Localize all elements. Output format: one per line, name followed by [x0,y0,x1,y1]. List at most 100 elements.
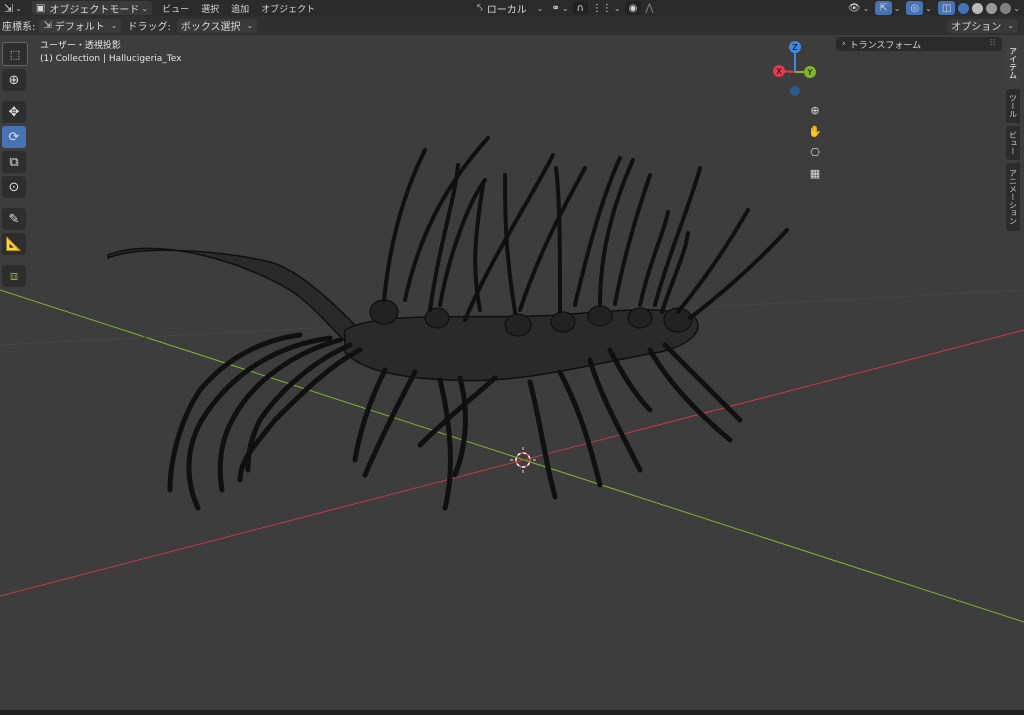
gizmo-toggle[interactable]: ⇱ [875,1,892,15]
visibility-dropdown[interactable]: 👁 ⌄ [844,1,873,15]
rotate-icon: ⟳ [8,129,20,145]
camera-icon: ⎔ [810,145,820,159]
drag-handle-icon[interactable]: ⠿ [989,39,996,49]
scale-icon: ⧉ [9,154,19,170]
falloff-dropdown[interactable]: ⋀ [641,1,657,15]
chevron-down-icon: ⌄ [862,3,870,13]
3d-viewport[interactable]: Z X Y [0,35,1024,710]
chevron-down-icon: ⌄ [110,21,118,30]
drag-dropdown[interactable]: ボックス選択 ⌄ [176,18,258,33]
tab-tool[interactable]: ツール [1006,89,1020,123]
chevron-down-icon: ⌄ [561,3,569,13]
pan-button[interactable]: ✋ [805,122,825,140]
tool-header: 座標系: ⇲ デフォルト ⌄ ドラッグ: ボックス選択 ⌄ オプション ⌄ [0,16,1024,35]
tab-view[interactable]: ビュー [1006,126,1020,160]
status-bar [0,710,1024,715]
drag-value: ボックス選択 [180,22,241,33]
rotate-tool[interactable]: ⟳ [2,126,26,148]
gizmo-neg-z-axis[interactable] [790,86,800,96]
transform-panel-header[interactable]: › トランスフォーム ⠿ [836,37,1002,51]
proportional-edit-toggle[interactable]: ◉ [624,1,642,15]
solid-shading-button[interactable] [972,2,984,14]
cursor-tool[interactable]: ⊕ [2,69,26,91]
navigation-gizmo[interactable]: Z X Y [773,41,816,96]
measure-tool[interactable]: 📐 [2,233,26,255]
hand-icon: ✋ [808,124,822,138]
transform-icon: ⊙ [8,179,20,195]
chevron-down-icon: ⌄ [246,21,254,30]
chevron-down-icon[interactable]: ⌄ [925,4,932,13]
zoom-button[interactable]: ⊕ [805,101,825,119]
gizmo-z-label: Z [792,43,798,52]
grid-icon: ▦ [809,166,821,180]
chevron-down-icon[interactable]: ⌄ [1013,4,1020,13]
falloff-icon: ⋀ [645,2,654,14]
rendered-shading-button[interactable] [1000,2,1012,14]
move-arrows-icon: ✥ [8,104,20,120]
wireframe-mesh [107,136,789,511]
transform-orientation-dropdown[interactable]: ⤣ ローカル ⌄ [473,1,547,16]
chevron-down-icon: ⌄ [536,3,544,13]
orientation-label: 座標系: [2,22,36,33]
pivot-dropdown[interactable]: ⚭ ⌄ [547,1,572,15]
viewport-scene: Z X Y [0,41,1024,623]
tool-shelf: ⬚ ⊕ ✥ ⟳ ⧉ ⊙ ✎ 📐 ⧈ [2,42,28,287]
options-label: オプション [951,22,1002,33]
sidebar-tabs: アイテム ツール ビュー アニメーション [1006,40,1022,234]
viewport-info: ユーザー・透視投影 (1) Collection | Hallucigeria_… [40,40,181,66]
scale-tool[interactable]: ⧉ [2,151,26,173]
eye-icon: 👁 [847,2,861,14]
perspective-toggle-button[interactable]: ▦ [805,164,825,182]
chevron-down-icon: ⌄ [141,3,149,13]
mode-dropdown[interactable]: ▣ オブジェクトモード ⌄ [31,1,153,16]
orientation-icon: ⤣ [477,2,483,14]
overlay-icon: ◎ [910,2,920,14]
zoom-icon: ⊕ [810,103,820,117]
material-shading-button[interactable] [986,2,998,14]
overlay-toggle[interactable]: ◎ [906,1,924,15]
pencil-icon: ✎ [8,211,20,227]
tab-item[interactable]: アイテム [1006,40,1020,86]
collection-info: (1) Collection | Hallucigeria_Tex [40,54,182,64]
menu-view[interactable]: ビュー [156,2,195,15]
snap-target-dropdown[interactable]: ⋮⋮ ⌄ [588,1,625,15]
xray-icon: ◫ [941,2,952,14]
chevron-down-icon: ⌄ [15,3,22,13]
ruler-icon: 📐 [5,236,23,252]
cursor-select-icon: ⬚ [9,47,21,61]
gizmo-y-label: Y [807,68,813,77]
transform-tool[interactable]: ⊙ [2,176,26,198]
object-mode-icon: ▣ [35,2,46,14]
menu-select[interactable]: 選択 [195,2,225,15]
proportional-edit-icon: ◉ [628,2,638,14]
options-dropdown[interactable]: オプション ⌄ [947,18,1018,33]
editor-type-button[interactable]: ⇲ ⌄ [0,1,26,15]
cube-add-icon: ⧈ [9,268,19,284]
axis-icon: ⇲ [4,1,14,15]
chevron-down-icon: ⌄ [1007,21,1014,30]
drag-label: ドラッグ: [127,22,171,33]
header-bar: ⇲ ⌄ ▣ オブジェクトモード ⌄ ビュー 選択 追加 オブジェクト ⤣ ローカ… [0,0,1024,16]
snap-toggle[interactable]: ∩ [572,1,588,15]
annotate-tool[interactable]: ✎ [2,208,26,230]
orientation-icon: ⇲ [43,20,52,31]
magnet-icon: ∩ [576,2,584,14]
menu-add[interactable]: 追加 [225,2,255,15]
camera-view-button[interactable]: ⎔ [805,143,825,161]
transform-panel-title: トランスフォーム [849,40,922,51]
orientation-value: デフォルト [54,22,105,33]
chevron-down-icon: ⌄ [613,3,621,13]
wireframe-shading-button[interactable] [958,2,970,14]
crosshair-icon: ⊕ [8,72,20,88]
tab-animation[interactable]: アニメーション [1006,163,1020,231]
transform-orientation-label: ローカル [486,4,527,16]
select-box-tool[interactable]: ⬚ [2,42,28,66]
menu-object[interactable]: オブジェクト [255,2,321,15]
chevron-down-icon[interactable]: ⌄ [894,4,901,13]
xray-toggle[interactable]: ◫ [937,1,956,15]
orientation-dropdown[interactable]: ⇲ デフォルト ⌄ [39,18,122,33]
add-cube-tool[interactable]: ⧈ [2,265,26,287]
move-tool[interactable]: ✥ [2,101,26,123]
snap-grid-icon: ⋮⋮ [591,2,612,14]
view-name: ユーザー・透視投影 [40,41,121,51]
